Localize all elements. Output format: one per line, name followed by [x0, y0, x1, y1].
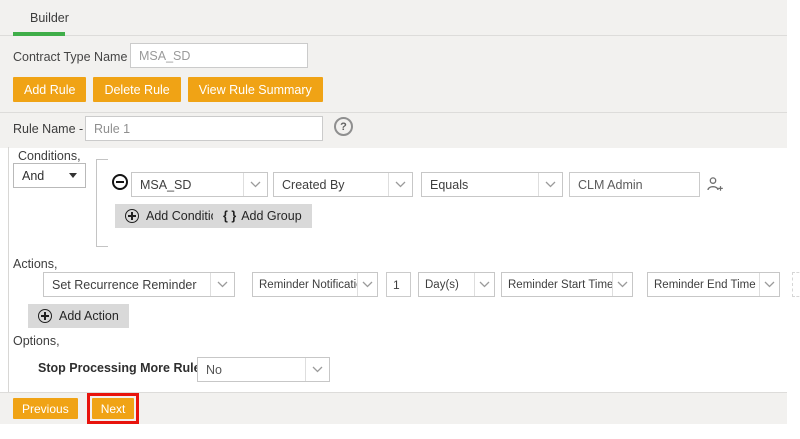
tab-builder[interactable]: Builder [30, 11, 69, 25]
add-group-label: Add Group [241, 209, 301, 223]
chevron-down-icon[interactable] [305, 358, 329, 381]
group-bracket [96, 159, 97, 247]
dropdown-triangle-icon [69, 173, 77, 178]
add-group-button[interactable]: { } Add Group [213, 204, 312, 228]
chevron-down-icon[interactable] [357, 273, 377, 296]
chevron-down-icon[interactable] [759, 273, 779, 296]
reminder-unit-select[interactable]: Day(s) [418, 272, 495, 297]
remove-condition-icon[interactable] [112, 174, 128, 190]
action-type-value: Set Recurrence Reminder [52, 278, 197, 292]
contract-type-input[interactable] [130, 43, 308, 68]
annotation-highlight: Next [87, 393, 140, 424]
action-type-select[interactable]: Set Recurrence Reminder [43, 272, 235, 297]
condition-entity-select[interactable]: MSA_SD [131, 172, 268, 197]
next-button[interactable]: Next [92, 398, 135, 419]
stop-processing-value: No [206, 363, 222, 377]
condition-operator-select[interactable]: Equals [421, 172, 563, 197]
stop-processing-label: Stop Processing More Rules [38, 361, 207, 375]
add-rule-button[interactable]: Add Rule [13, 77, 86, 102]
condition-value-input[interactable] [569, 172, 700, 197]
tab-divider [0, 35, 787, 36]
header-divider [0, 112, 787, 113]
chevron-down-icon[interactable] [474, 273, 494, 296]
reminder-unit-value: Day(s) [425, 279, 459, 291]
logic-operator-select[interactable]: And [13, 163, 86, 188]
reminder-end-select[interactable]: Reminder End Time [647, 272, 780, 297]
chevron-down-icon[interactable] [538, 173, 562, 196]
help-icon[interactable]: ? [334, 117, 353, 136]
add-user-icon[interactable] [706, 176, 724, 198]
reminder-type-select[interactable]: Reminder Notification [252, 272, 378, 297]
delete-rule-button[interactable]: Delete Rule [93, 77, 180, 102]
actions-section-label: Actions, [13, 257, 57, 271]
view-rule-summary-button[interactable]: View Rule Summary [188, 77, 323, 102]
reminder-start-select[interactable]: Reminder Start Time [501, 272, 633, 297]
rule-name-label: Rule Name - [13, 122, 83, 136]
logic-operator-value: And [22, 169, 44, 183]
group-bracket-bottom [96, 246, 108, 247]
reminder-end-value: Reminder End Time [654, 279, 756, 291]
previous-button[interactable]: Previous [13, 398, 78, 419]
chevron-down-icon[interactable] [243, 173, 267, 196]
options-section-label: Options, [13, 334, 60, 348]
rule-builder-page: Builder Contract Type Name Add Rule Dele… [0, 0, 800, 439]
header-panel: Builder Contract Type Name Add Rule Dele… [0, 0, 787, 148]
add-action-button[interactable]: Add Action [28, 304, 129, 328]
reminder-quantity-input[interactable] [386, 272, 411, 297]
contract-type-label: Contract Type Name [13, 50, 127, 64]
chevron-down-icon[interactable] [210, 273, 234, 296]
condition-field-select[interactable]: Created By [273, 172, 413, 197]
braces-icon: { } [223, 209, 236, 223]
section-left-border [8, 147, 9, 392]
condition-entity-value: MSA_SD [140, 178, 191, 192]
chevron-down-icon[interactable] [388, 173, 412, 196]
conditions-section-label: Conditions, [18, 149, 81, 163]
reminder-type-value: Reminder Notification [259, 279, 369, 291]
condition-field-value: Created By [282, 178, 345, 192]
rule-toolbar: Add Rule Delete Rule View Rule Summary [13, 77, 323, 102]
plus-circle-icon [125, 209, 139, 223]
reminder-start-value: Reminder Start Time [508, 279, 613, 291]
footer-panel: Previous Next [0, 393, 787, 424]
chevron-down-icon[interactable] [612, 273, 632, 296]
cutoff-control [792, 272, 800, 297]
condition-operator-value: Equals [430, 178, 468, 192]
add-action-label: Add Action [59, 309, 119, 323]
stop-processing-select[interactable]: No [197, 357, 330, 382]
plus-circle-icon [38, 309, 52, 323]
rule-name-input[interactable] [85, 116, 323, 141]
tab-active-underline [13, 32, 65, 36]
group-bracket-top [96, 159, 108, 160]
